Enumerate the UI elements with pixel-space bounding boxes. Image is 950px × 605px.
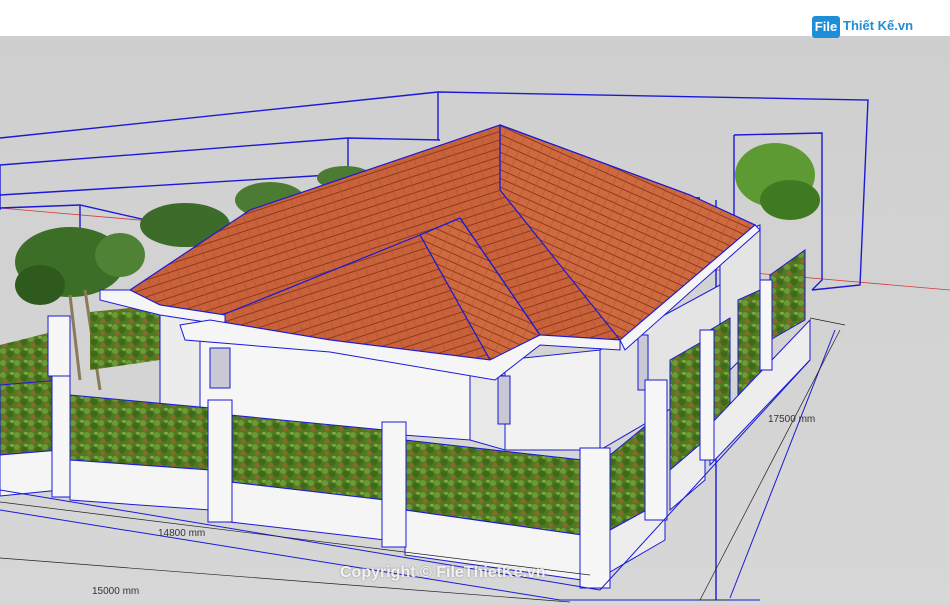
dimension-label-15000: 15000 mm [92, 586, 139, 597]
logo-text: Thiết Kế.vn [843, 18, 914, 33]
dimension-label-17500: 17500 mm [768, 414, 815, 425]
filethietke-logo: File Thiết Kế.vn [812, 14, 922, 42]
model-scene[interactable]: 14800 mm 15000 mm 17500 mm [0, 0, 950, 605]
sketchup-viewport[interactable]: 14800 mm 15000 mm 17500 mm File Thiết Kế… [0, 0, 950, 605]
dimension-label-14800: 14800 mm [158, 528, 205, 539]
logo-badge: File [812, 16, 840, 38]
copyright-watermark: Copyright © FileThietKe.vn [340, 564, 546, 581]
